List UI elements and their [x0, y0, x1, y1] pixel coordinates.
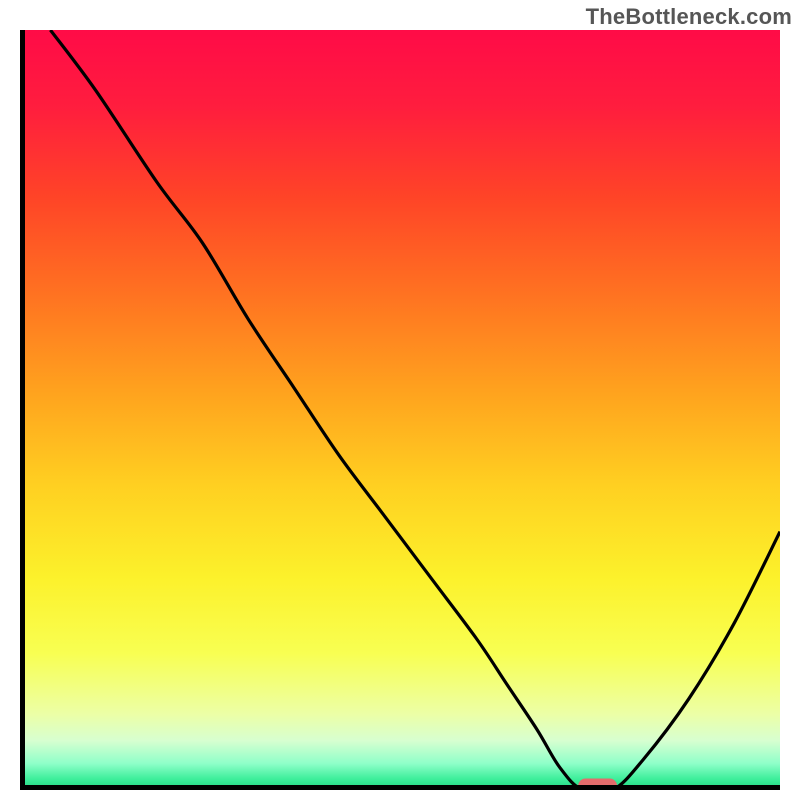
gradient-background [20, 30, 780, 790]
plot-area [20, 30, 780, 790]
attribution-label: TheBottleneck.com [586, 4, 792, 30]
chart-container: TheBottleneck.com [0, 0, 800, 800]
chart-svg [20, 30, 780, 790]
